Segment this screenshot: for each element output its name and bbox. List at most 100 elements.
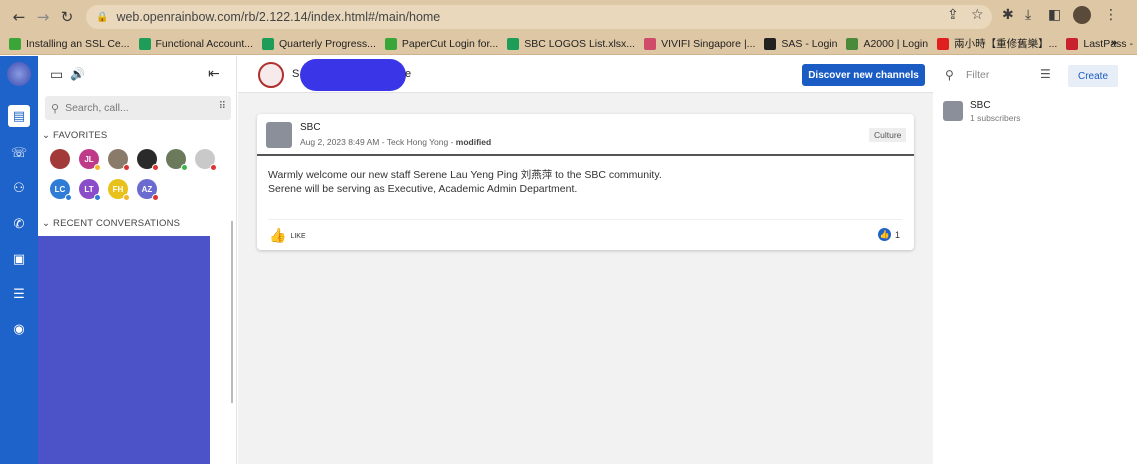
favorite-avatar[interactable]: FH <box>108 179 130 201</box>
favorite-avatar[interactable] <box>166 149 188 171</box>
bookmarks-more-icon[interactable]: » <box>1111 37 1117 49</box>
share-icon[interactable]: ⇪ <box>947 7 959 23</box>
avatar-initials: FH <box>112 184 124 194</box>
extensions-icon[interactable]: ✱ <box>1002 7 1014 23</box>
lock-icon: 🔒 <box>96 11 109 23</box>
home-feed-icon[interactable]: ▤ <box>8 105 30 127</box>
device-icon[interactable]: ▭ <box>50 67 63 83</box>
post-meta: Aug 2, 2023 8:49 AM - Teck Hong Yong - m… <box>300 137 491 147</box>
like-label: LIKE <box>290 232 306 240</box>
speaker-icon[interactable]: 🔊 <box>70 67 85 81</box>
avatar-initials: JL <box>84 154 94 164</box>
search-field[interactable]: ⚲ Search, call... ⠿ <box>45 96 231 120</box>
favorite-avatar[interactable]: AZ <box>137 179 159 201</box>
avatar-initials: LC <box>54 184 66 194</box>
presence-badge <box>181 164 188 171</box>
channels-icon[interactable]: ◉ <box>8 318 30 340</box>
bookmark-item[interactable]: 兩小時【重修舊樂】... <box>937 36 1057 51</box>
channel-avatar-icon <box>943 101 963 121</box>
favorite-avatar[interactable] <box>137 149 159 171</box>
back-icon[interactable]: ← <box>9 7 29 27</box>
favorite-avatar[interactable] <box>108 149 130 171</box>
presence-badge <box>152 194 159 201</box>
favorite-avatar[interactable] <box>50 149 70 169</box>
channel-list-name[interactable]: SBC <box>970 100 991 111</box>
sheets-icon <box>262 37 274 50</box>
search-icon: ⚲ <box>945 68 954 82</box>
create-button[interactable]: Create <box>1068 65 1118 87</box>
sidebar: ▭ 🔊 ⇤ ⚲ Search, call... ⠿ ⌄ FAVORITES JL… <box>38 56 237 464</box>
tasks-icon[interactable]: ☰ <box>8 283 30 305</box>
presence-badge <box>123 164 130 171</box>
like-button[interactable]: 👍 LIKE <box>269 228 306 244</box>
bookmark-item[interactable]: SAS - Login <box>764 37 838 50</box>
channel-name-tail: e <box>405 68 412 80</box>
like-count[interactable]: 👍 1 <box>878 228 900 241</box>
forward-icon[interactable]: → <box>33 7 53 27</box>
dialpad-icon[interactable]: ⠿ <box>219 101 226 112</box>
post-tag[interactable]: Culture <box>869 128 907 142</box>
bookmark-item[interactable]: LastPass - <box>1066 37 1133 50</box>
filter-icon[interactable]: ☰ <box>1040 67 1051 81</box>
recent-title: RECENT CONVERSATIONS <box>53 218 181 229</box>
discover-channels-button[interactable]: Discover new channels <box>802 64 925 86</box>
favorite-avatar[interactable]: LC <box>50 179 72 201</box>
bookmark-label: Installing an SSL Ce... <box>26 37 130 50</box>
thumbs-up-badge-icon: 👍 <box>878 228 891 241</box>
bookmark-item[interactable]: Quarterly Progress... <box>262 37 376 50</box>
files-icon[interactable]: ▣ <box>8 248 30 270</box>
chevron-down-icon: ⌄ <box>42 218 51 229</box>
bookmark-item[interactable]: SBC LOGOS List.xlsx... <box>507 37 636 50</box>
reload-icon[interactable]: ↻ <box>57 7 77 27</box>
sidepanel-icon[interactable]: ◧ <box>1048 7 1061 23</box>
bookmark-item[interactable]: A2000 | Login <box>846 37 928 50</box>
post-body: Warmly welcome our new staff Serene Lau … <box>268 168 662 196</box>
bookmark-label: Functional Account... <box>155 37 253 50</box>
like-count-value: 1 <box>895 229 901 240</box>
bookmark-item[interactable]: Installing an SSL Ce... <box>9 37 130 50</box>
address-bar[interactable]: 🔒 web.openrainbow.com/rb/2.122.14/index.… <box>86 5 992 29</box>
calls-icon[interactable]: ✆ <box>8 213 30 235</box>
bookmark-label: Quarterly Progress... <box>279 37 376 50</box>
papercut-icon <box>9 37 21 50</box>
youtube-icon <box>937 37 950 50</box>
papercut-icon <box>384 37 397 50</box>
user-avatar[interactable] <box>7 62 31 86</box>
vivifi-icon <box>644 37 657 50</box>
post-divider <box>257 154 914 156</box>
bookmark-item[interactable]: VIVIFI Singapore |... <box>644 37 755 50</box>
sas-icon <box>764 37 777 50</box>
chevron-down-icon: ⌄ <box>42 130 51 141</box>
post-line-1: Warmly welcome our new staff Serene Lau … <box>268 169 662 181</box>
favorite-avatar[interactable]: JL <box>79 149 101 171</box>
bookmark-label: 兩小時【重修舊樂】... <box>954 38 1058 50</box>
address-url: web.openrainbow.com/rb/2.122.14/index.ht… <box>116 10 441 24</box>
post-footer-divider <box>268 219 902 220</box>
filter-input[interactable]: Filter <box>966 69 989 81</box>
contacts-icon[interactable]: ⚇ <box>8 177 30 199</box>
sidebar-scrollbar[interactable] <box>231 221 233 403</box>
recent-header[interactable]: ⌄ RECENT CONVERSATIONS <box>42 218 180 229</box>
star-icon[interactable]: ☆ <box>971 7 984 23</box>
app-rail: ▤ ☏ ⚇ ✆ ▣ ☰ ◉ <box>0 56 38 464</box>
bookmark-label: SAS - Login <box>781 37 838 50</box>
bookmark-label: SBC LOGOS List.xlsx... <box>524 37 636 50</box>
post-card: SBC Aug 2, 2023 8:49 AM - Teck Hong Yong… <box>257 114 914 250</box>
recent-conversations-list[interactable] <box>38 236 210 464</box>
bookmark-item[interactable]: PaperCut Login for... <box>384 37 498 50</box>
search-icon: ⚲ <box>51 101 60 115</box>
conversations-icon[interactable]: ☏ <box>8 142 30 164</box>
lastpass-icon <box>1066 37 1079 50</box>
download-icon[interactable]: ⤓ <box>1025 7 1031 23</box>
favorites-header[interactable]: ⌄ FAVORITES <box>42 130 107 141</box>
favorite-avatar[interactable]: LT <box>79 179 101 201</box>
menu-icon[interactable]: ⋮ <box>1104 7 1118 23</box>
bookmark-item[interactable]: Functional Account... <box>138 37 253 50</box>
collapse-sidebar-icon[interactable]: ⇤ <box>208 66 220 82</box>
presence-badge <box>152 164 159 171</box>
profile-avatar[interactable] <box>1073 6 1091 24</box>
favorite-avatar[interactable] <box>195 149 217 171</box>
channel-header: S e Discover new channels <box>238 56 933 93</box>
post-meta-prefix: Aug 2, 2023 8:49 AM - Teck Hong Yong - <box>300 137 456 147</box>
redaction-mark <box>300 59 406 91</box>
